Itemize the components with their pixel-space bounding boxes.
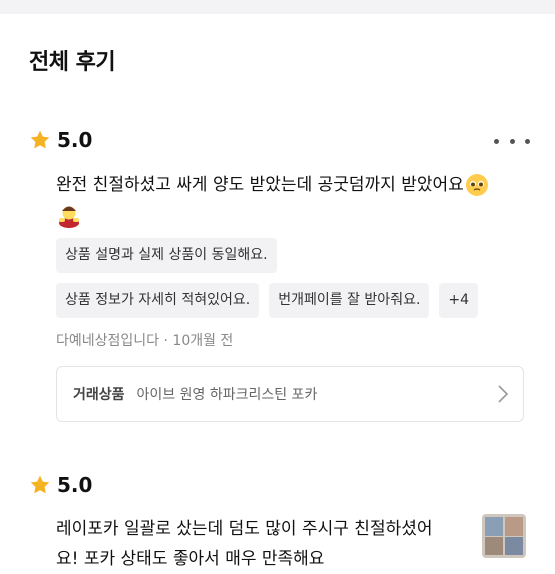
bowing-person-icon (59, 206, 79, 228)
review-tags: 상품 설명과 실제 상품이 동일해요. 상품 정보가 자세히 적혀있어요. 번개… (56, 238, 536, 328)
more-tags-button[interactable]: +4 (439, 283, 479, 318)
review-text: 레이포카 일괄로 샀는데 덤도 많이 주시구 친절하셨어 요! 포카 상태도 좋… (56, 514, 476, 574)
rating-value: 5.0 (57, 128, 93, 152)
review-text: 완전 친절하셨고 싸게 양도 받았는데 공굿덤까지 받았어요 (56, 170, 526, 230)
traded-product-link[interactable]: 거래상품 아이브 원영 하파크리스틴 포카 (56, 366, 524, 422)
product-name: 아이브 원영 하파크리스틴 포카 (136, 387, 318, 403)
review-tag: 상품 설명과 실제 상품이 동일해요. (56, 238, 277, 273)
star-icon (30, 130, 50, 149)
review-text-content: 레이포카 일괄로 샀는데 덤도 많이 주시구 친절하셨어 (56, 519, 433, 539)
rating-row: 5.0 (29, 469, 92, 501)
review-text-continued: 요! 포카 상태도 좋아서 매우 만족해요 (56, 549, 325, 569)
review-photo-thumbnail[interactable] (482, 514, 526, 558)
more-icon (494, 138, 499, 144)
meta-separator: · (163, 333, 168, 349)
pleading-face-icon (465, 174, 488, 196)
star-icon (30, 475, 50, 494)
top-divider-strip (0, 0, 555, 14)
review-tag: 상품 정보가 자세히 적혀있어요. (56, 283, 260, 318)
rating-value: 5.0 (57, 473, 93, 497)
seller-name[interactable]: 다예네상점입니다 (56, 333, 159, 349)
review-time: 10개월 전 (172, 333, 234, 349)
review-text-content: 완전 친절하셨고 싸게 양도 받았는데 공굿덤까지 받았어요 (56, 175, 464, 195)
page-title: 전체 후기 (29, 50, 116, 75)
product-label: 거래상품 (73, 387, 125, 403)
more-options-button[interactable] (494, 126, 530, 156)
rating-row: 5.0 (29, 124, 92, 156)
review-meta: 다예네상점입니다 · 10개월 전 (56, 330, 233, 350)
review-tag: 번개페이를 잘 받아줘요. (269, 283, 430, 318)
chevron-right-icon (498, 385, 509, 403)
